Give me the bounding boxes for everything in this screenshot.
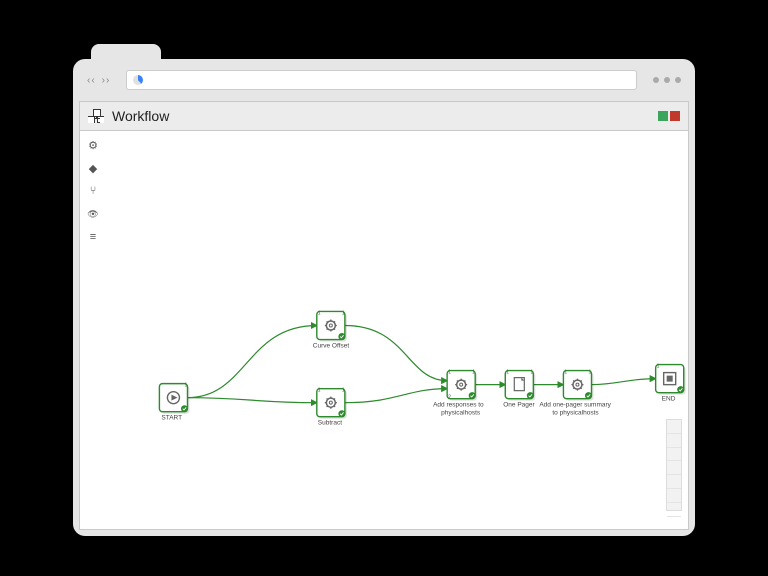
titlebar: Workflow (80, 102, 688, 131)
svg-text:START: START (161, 415, 182, 422)
svg-text:1: 1 (318, 310, 321, 316)
node-curve-offset[interactable]: 1 1 Curve Offset (313, 310, 350, 349)
svg-text:1: 1 (318, 388, 321, 394)
node-add-summary[interactable]: 1 1 Add one-pager summary to physicalhos… (539, 370, 611, 417)
back-button[interactable]: ‹‹ (87, 75, 96, 86)
svg-text:Add one-pager summary: Add one-pager summary (539, 402, 611, 409)
browser-chrome: ‹‹ ›› (73, 59, 695, 101)
zoom-slider[interactable] (666, 419, 682, 511)
svg-text:Add responses to: Add responses to (433, 402, 484, 409)
url-bar[interactable] (126, 70, 637, 90)
svg-text:1: 1 (564, 370, 567, 376)
svg-text:Curve Offset: Curve Offset (313, 343, 350, 350)
browser-tab[interactable] (91, 44, 161, 59)
svg-text:1: 1 (342, 388, 345, 394)
browser-window: ‹‹ ›› Workflow ⚙ ◆ ⑂ 👁 ≡ (73, 59, 695, 536)
svg-text:1: 1 (506, 370, 509, 376)
svg-text:One Pager: One Pager (503, 402, 535, 409)
svg-text:physicalhosts: physicalhosts (441, 410, 481, 417)
page-title: Workflow (112, 108, 169, 124)
svg-text:1: 1 (342, 310, 345, 316)
svg-text:1: 1 (530, 370, 533, 376)
workflow-icon (88, 109, 104, 123)
node-subtract[interactable]: 1 1 Subtract (317, 388, 347, 427)
status-indicators (658, 111, 680, 121)
eye-icon[interactable]: 👁 (86, 207, 100, 221)
app-viewport: Workflow ⚙ ◆ ⑂ 👁 ≡ (79, 101, 689, 530)
browser-menu-button[interactable] (653, 77, 681, 83)
svg-text:1: 1 (448, 370, 451, 376)
svg-text:1: 1 (588, 370, 591, 376)
svg-text:1: 1 (657, 364, 660, 370)
forward-button[interactable]: ›› (102, 75, 111, 86)
node-start[interactable]: 1 START (159, 383, 189, 422)
svg-text:Subtract: Subtract (318, 420, 342, 427)
gear-icon[interactable]: ⚙ (86, 138, 100, 152)
node-end[interactable]: 1 END (656, 364, 686, 403)
status-error-icon (670, 111, 680, 121)
svg-text:to physicalhosts: to physicalhosts (552, 410, 599, 417)
node-add-responses[interactable]: 1 2 1 Add responses to physicalhosts (433, 370, 484, 417)
site-icon (133, 75, 143, 85)
branch-icon[interactable]: ⑂ (86, 184, 100, 198)
svg-text:1: 1 (184, 383, 187, 389)
svg-text:1: 1 (472, 370, 475, 376)
node-one-pager[interactable]: 1 1 One Pager (503, 370, 535, 409)
workflow-canvas[interactable]: 1 START 1 1 Curve Offset (106, 130, 688, 529)
left-toolbar: ⚙ ◆ ⑂ 👁 ≡ (80, 130, 106, 244)
svg-text:END: END (662, 396, 676, 403)
svg-text:2: 2 (448, 395, 451, 401)
diamond-icon[interactable]: ◆ (86, 161, 100, 175)
sliders-icon[interactable]: ≡ (86, 230, 100, 244)
status-ok-icon (658, 111, 668, 121)
